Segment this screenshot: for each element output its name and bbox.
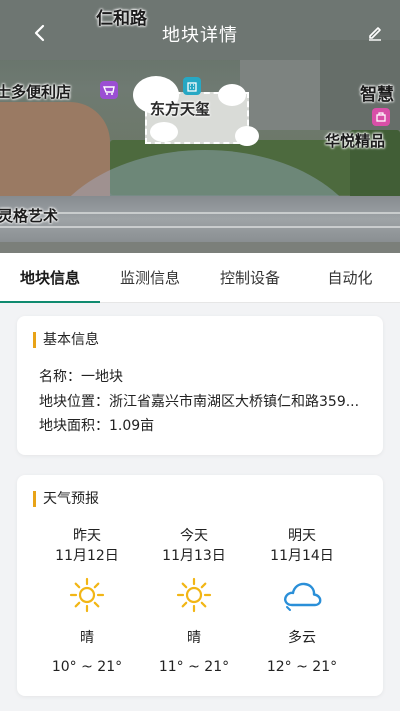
tab-monitoring-info[interactable]: 监测信息: [100, 253, 200, 302]
weather-date: 11月14日: [270, 548, 334, 564]
basic-info-title: 基本信息: [33, 332, 99, 348]
map-poi-label: 士多便利店: [0, 83, 72, 101]
basic-info-card: 基本信息 名称：一地块 地块位置：浙江省嘉兴市南湖区大桥镇仁和路359... 地…: [17, 316, 383, 455]
weather-day: 今天 11月13日 晴 11° ~ 21°: [139, 527, 249, 676]
top-bar: 地块详情: [0, 0, 400, 64]
weather-temp: 12° ~ 21°: [266, 659, 338, 675]
plot-location: 地块位置：浙江省嘉兴市南湖区大桥镇仁和路359...: [39, 394, 360, 410]
map-poi-label: 东方天玺: [150, 100, 211, 118]
map-road-line: [0, 212, 400, 214]
weather-day-label: 今天: [180, 528, 208, 544]
weather-day: 昨天 11月12日 晴 10° ~ 21°: [32, 527, 142, 676]
map-poi-label: 智慧: [360, 85, 394, 105]
weather-forecast: 昨天 11月12日 晴 10° ~ 21° 今天 11月13日 晴 11° ~ …: [17, 527, 383, 677]
shop-icon: [372, 108, 390, 126]
weather-day-label: 昨天: [73, 528, 101, 544]
page-title: 地块详情: [162, 25, 238, 46]
weather-date: 11月13日: [162, 548, 226, 564]
sun-icon: [32, 573, 142, 617]
map-poi-label: 华悦精品: [325, 132, 386, 150]
tab-plot-info[interactable]: 地块信息: [0, 253, 100, 303]
weather-card: 天气预报 昨天 11月12日 晴 10° ~ 21° 今天 11月13日 晴 1…: [17, 475, 383, 696]
map-marker: [218, 84, 246, 106]
plot-name: 名称：一地块: [39, 369, 123, 385]
map-road: [0, 196, 400, 242]
tab-bar: 地块信息 监测信息 控制设备 自动化: [0, 253, 400, 303]
map-marker: [235, 126, 259, 146]
weather-date: 11月12日: [55, 548, 119, 564]
tab-automation[interactable]: 自动化: [300, 253, 400, 302]
weather-condition: 晴: [80, 630, 94, 646]
weather-temp: 10° ~ 21°: [51, 659, 123, 675]
building-icon: [183, 77, 201, 95]
weather-temp: 11° ~ 21°: [158, 659, 230, 675]
cloud-icon: [247, 573, 357, 617]
tab-control-devices[interactable]: 控制设备: [200, 253, 300, 302]
weather-condition: 晴: [187, 630, 201, 646]
edit-button[interactable]: [364, 22, 386, 44]
weather-condition: 多云: [288, 630, 316, 646]
weather-day: 明天 11月14日 多云 12° ~ 21°: [247, 527, 357, 676]
map-poi-label: 灵格艺术: [0, 207, 59, 225]
sun-icon: [139, 573, 249, 617]
weather-title: 天气预报: [33, 491, 99, 507]
map-block: [0, 242, 400, 253]
map-marker: [150, 122, 178, 142]
weather-day-label: 明天: [288, 528, 316, 544]
map-block: [240, 60, 320, 130]
shop-icon: [100, 81, 118, 99]
edit-icon: [369, 27, 381, 41]
plot-area: 地块面积：1.09亩: [39, 418, 155, 434]
map-view[interactable]: 仁和路 士多便利店 东方天玺 智慧 华悦精品 灵格艺术 地块详情: [0, 0, 400, 253]
map-road-line: [0, 226, 400, 228]
